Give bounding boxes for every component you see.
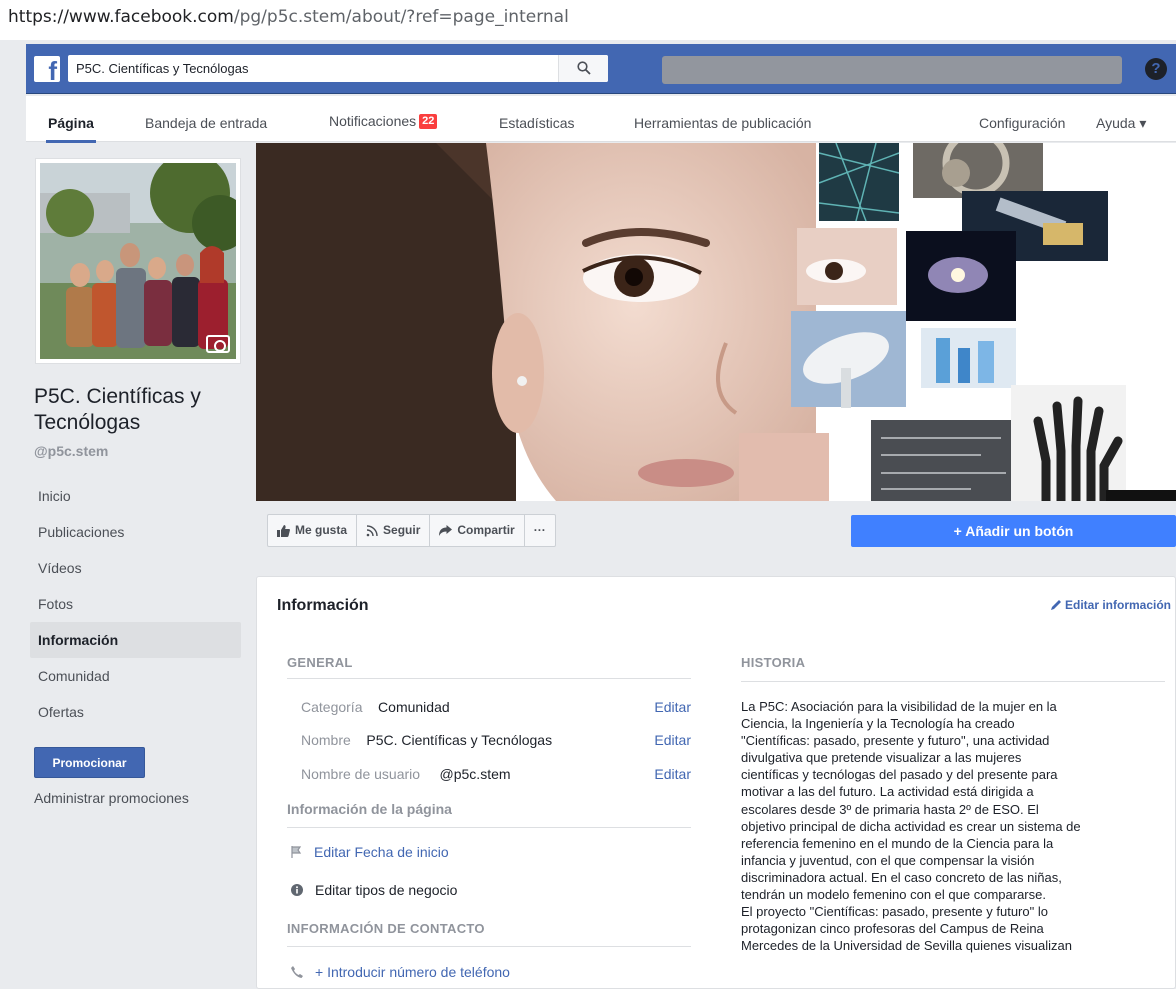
edit-info-label: Editar información <box>1064 598 1171 612</box>
follow-button[interactable]: Seguir <box>357 515 431 546</box>
camera-icon[interactable] <box>206 335 230 353</box>
start-date-row[interactable]: Editar Fecha de inicio <box>291 844 449 860</box>
search-input[interactable] <box>68 55 558 82</box>
general-heading: GENERAL <box>287 655 353 670</box>
category-value: Comunidad <box>378 699 450 715</box>
name-label: Nombre <box>301 732 351 748</box>
url-host: https://www.facebook.com <box>8 7 234 27</box>
about-info-card: Información Editar información GENERAL C… <box>256 576 1176 989</box>
tab-herramientas-de-publicacion[interactable]: Herramientas de publicación <box>634 115 811 131</box>
page-info-heading: Información de la página <box>287 801 452 817</box>
edit-start-date-link[interactable]: Editar Fecha de inicio <box>314 844 449 860</box>
profile-picture[interactable] <box>35 158 241 364</box>
tab-ayuda[interactable]: Ayuda ▾ <box>1096 115 1146 132</box>
sidebar-item-publicaciones[interactable]: Publicaciones <box>30 514 241 550</box>
tab-bandeja-de-entrada[interactable]: Bandeja de entrada <box>145 115 267 131</box>
category-label: Categoría <box>301 699 363 715</box>
tab-estadisticas[interactable]: Estadísticas <box>499 115 574 131</box>
edit-business-types-link[interactable]: Editar tipos de negocio <box>315 882 457 898</box>
like-label: Me gusta <box>295 523 348 537</box>
page-sidebar-nav: Inicio Publicaciones Vídeos Fotos Inform… <box>30 478 241 730</box>
share-button[interactable]: Compartir <box>430 515 525 546</box>
more-options-button[interactable]: ··· <box>525 515 555 546</box>
more-options-label: ··· <box>533 523 546 537</box>
manage-promotions-link[interactable]: Administrar promociones <box>34 790 189 806</box>
cover-collage-illustration <box>256 143 1176 501</box>
browser-url-bar[interactable]: https://www.facebook.com/pg/p5c.stem/abo… <box>0 0 1176 40</box>
divider <box>287 827 691 828</box>
thumbs-up-icon <box>277 524 290 537</box>
contact-heading: INFORMACIÓN DE CONTACTO <box>287 921 485 936</box>
notification-count-badge: 22 <box>419 114 438 129</box>
edit-category-link[interactable]: Editar <box>654 699 691 715</box>
add-button-cta[interactable]: + Añadir un botón <box>851 515 1176 547</box>
phone-row[interactable]: + Introducir número de teléfono <box>291 964 510 980</box>
share-label: Compartir <box>457 523 515 537</box>
search-icon <box>577 61 591 75</box>
follow-label: Seguir <box>383 523 421 537</box>
business-types-row[interactable]: Editar tipos de negocio <box>291 882 457 898</box>
promote-button[interactable]: Promocionar <box>34 747 145 778</box>
edit-info-link[interactable]: Editar información <box>1050 598 1171 612</box>
sidebar-item-fotos[interactable]: Fotos <box>30 586 241 622</box>
sidebar-item-ofertas[interactable]: Ofertas <box>30 694 241 730</box>
sidebar-item-inicio[interactable]: Inicio <box>30 478 241 514</box>
like-button[interactable]: Me gusta <box>268 515 358 546</box>
username-value: @p5c.stem <box>439 766 511 782</box>
story-heading: HISTORIA <box>741 655 806 670</box>
divider <box>287 678 691 679</box>
url-text[interactable]: https://www.facebook.com/pg/p5c.stem/abo… <box>8 7 569 27</box>
page-action-bar: Me gusta Seguir Compartir ··· <box>267 514 556 547</box>
sidebar-item-comunidad[interactable]: Comunidad <box>30 658 241 694</box>
tab-notificaciones[interactable]: Notificaciones 22 <box>329 113 438 129</box>
page-admin-tabs: Página Bandeja de entrada Notificaciones… <box>26 96 1176 143</box>
add-phone-link[interactable]: + Introducir número de teléfono <box>315 964 510 980</box>
help-icon[interactable]: ? <box>1145 58 1167 80</box>
name-value: P5C. Científicas y Tecnólogas <box>366 732 553 748</box>
section-title: Información <box>277 597 369 614</box>
story-text: La P5C: Asociación para la visibilidad d… <box>741 699 1081 954</box>
page-title: P5C. Científicas y Tecnólogas <box>34 385 201 434</box>
divider <box>287 946 691 947</box>
search-button[interactable] <box>558 55 608 82</box>
url-path: /pg/p5c.stem/about/?ref=page_internal <box>233 7 569 27</box>
tab-notificaciones-label: Notificaciones <box>329 113 417 129</box>
facebook-header: f ? <box>26 44 1176 94</box>
username-label: Nombre de usuario <box>301 766 421 782</box>
category-row: Categoría Comunidad Editar <box>301 699 691 715</box>
redacted-user-area <box>662 56 1122 84</box>
rss-icon <box>366 524 378 536</box>
cover-photo[interactable] <box>256 143 1176 501</box>
info-circle-icon <box>291 884 303 896</box>
flag-icon <box>291 846 302 858</box>
phone-icon <box>291 966 303 978</box>
tab-pagina[interactable]: Página <box>46 115 96 143</box>
share-arrow-icon <box>439 525 453 536</box>
tab-configuracion[interactable]: Configuración <box>979 115 1065 131</box>
name-row: Nombre P5C. Científicas y Tecnólogas Edi… <box>301 732 691 748</box>
username-row: Nombre de usuario @p5c.stem Editar <box>301 766 691 782</box>
profile-photo-image <box>40 163 236 359</box>
pencil-icon <box>1050 600 1061 610</box>
search-box <box>68 55 608 82</box>
sidebar-item-informacion[interactable]: Información <box>30 622 241 658</box>
divider <box>741 681 1165 682</box>
sidebar-item-videos[interactable]: Vídeos <box>30 550 241 586</box>
profile-photo-illustration <box>40 163 236 359</box>
edit-username-link[interactable]: Editar <box>654 766 691 782</box>
facebook-logo-icon[interactable]: f <box>34 56 60 84</box>
edit-name-link[interactable]: Editar <box>654 732 691 748</box>
page-username[interactable]: @p5c.stem <box>34 443 108 459</box>
